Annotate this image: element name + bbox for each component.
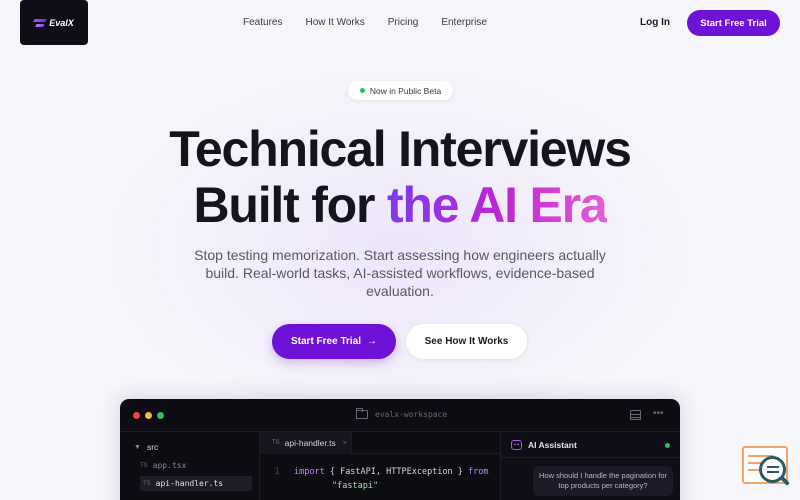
- hero-start-trial-label: Start Free Trial: [290, 336, 362, 347]
- folder-icon: [356, 408, 368, 419]
- code-line: "fastapi": [332, 481, 378, 495]
- ai-assistant-title: AI Assistant: [528, 439, 577, 450]
- beta-badge: Now in Public Beta: [348, 81, 453, 100]
- code-string: "fastapi": [332, 481, 379, 491]
- file-app-tsx-label: app.tsx: [152, 461, 187, 470]
- arrow-right-icon: →: [367, 336, 378, 347]
- typescript-file-icon: TS: [272, 440, 280, 446]
- window-minimize-dot[interactable]: [145, 412, 152, 419]
- brand-name: EvalX: [49, 17, 74, 28]
- editor-tab-bar: TS api-handler.ts ×: [260, 432, 500, 454]
- hero-title-accent: the AI Era: [386, 177, 608, 233]
- ide-titlebar: evalx-workspace •••: [120, 399, 680, 432]
- chevron-down-icon: ▼: [134, 443, 141, 451]
- nav-link-how-it-works[interactable]: How It Works: [305, 17, 364, 28]
- search-chat-icon: [759, 456, 786, 483]
- ai-assistant-header: AI Assistant: [501, 432, 680, 458]
- nav-link-features[interactable]: Features: [243, 17, 282, 28]
- window-close-dot[interactable]: [133, 412, 140, 419]
- beta-badge-label: Now in Public Beta: [369, 85, 442, 96]
- login-link[interactable]: Log In: [640, 17, 670, 28]
- window-maximize-dot[interactable]: [157, 412, 164, 419]
- chat-message: How should I handle the pagination for t…: [533, 466, 673, 496]
- code-text: { FastAPI, HTTPException }: [324, 467, 469, 477]
- close-icon[interactable]: ×: [343, 440, 347, 447]
- line-number: 1: [274, 467, 280, 477]
- folder-src-label: src: [146, 442, 159, 452]
- bot-icon: [511, 439, 522, 450]
- workspace-name: evalx-workspace: [375, 410, 448, 419]
- hero-title-line2-plain: Built for: [193, 177, 387, 233]
- file-api-handler[interactable]: TS api-handler.ts: [140, 476, 252, 491]
- file-app-tsx[interactable]: TS app.tsx: [140, 458, 186, 473]
- hero-start-trial-button[interactable]: Start Free Trial →: [272, 324, 396, 359]
- brand-logo[interactable]: EvalX: [20, 0, 88, 45]
- code-keyword: from: [468, 467, 489, 477]
- tab-api-handler-label: api-handler.ts: [284, 438, 336, 448]
- hero-subtitle: Stop testing memorization. Start assessi…: [194, 247, 606, 299]
- ide-preview: evalx-workspace ••• ▼ src TS app.tsx TS …: [120, 399, 680, 500]
- tab-api-handler[interactable]: TS api-handler.ts ×: [260, 432, 352, 454]
- nav-link-enterprise[interactable]: Enterprise: [441, 17, 487, 28]
- file-api-handler-label: api-handler.ts: [155, 479, 224, 488]
- ai-assistant-panel: AI Assistant How should I handle the pag…: [500, 432, 680, 500]
- main-nav: Features How It Works Pricing Enterprise: [243, 17, 487, 28]
- see-how-it-works-button[interactable]: See How It Works: [406, 324, 527, 359]
- nav-link-pricing[interactable]: Pricing: [388, 17, 419, 28]
- nav-start-trial-button[interactable]: Start Free Trial: [687, 10, 780, 36]
- folder-src[interactable]: ▼ src: [134, 442, 158, 452]
- more-icon[interactable]: •••: [653, 408, 664, 419]
- hero-title-line1: Technical Interviews: [169, 121, 632, 177]
- workspace-label: evalx-workspace: [356, 408, 448, 419]
- hero-title: Technical Interviews Built for the AI Er…: [0, 121, 800, 233]
- typescript-file-icon: TS: [140, 462, 148, 469]
- status-dot-icon: [359, 88, 365, 93]
- online-status-dot: [665, 443, 670, 448]
- code-keyword: import: [294, 467, 325, 477]
- code-line: 1 import { FastAPI, HTTPException } from: [260, 467, 489, 481]
- logo-mark-icon: [34, 18, 46, 28]
- support-widget[interactable]: [741, 445, 791, 490]
- file-explorer: ▼ src TS app.tsx TS api-handler.ts: [120, 432, 260, 500]
- layout-icon[interactable]: [630, 410, 641, 420]
- typescript-file-icon: TS: [143, 480, 151, 487]
